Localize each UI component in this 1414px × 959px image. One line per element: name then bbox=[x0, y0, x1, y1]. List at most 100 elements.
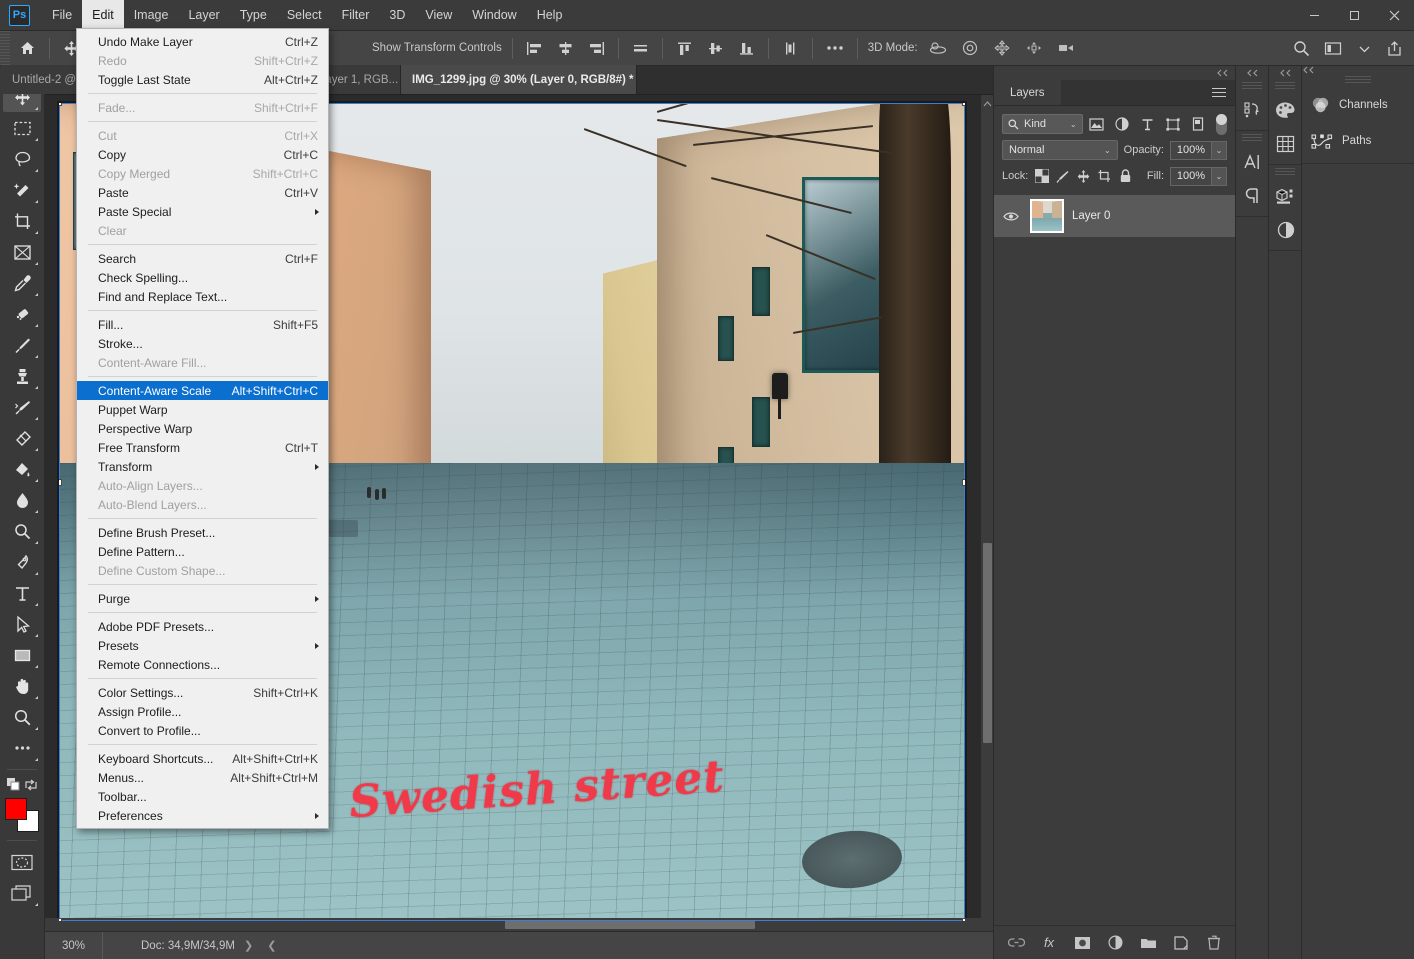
menu-item-puppet-warp[interactable]: Puppet Warp bbox=[77, 400, 328, 419]
blend-mode-select[interactable]: Normal ⌄ bbox=[1002, 140, 1118, 160]
menu-item-color-settings[interactable]: Color Settings... Shift+Ctrl+K bbox=[77, 683, 328, 702]
eraser-tool[interactable] bbox=[3, 423, 41, 453]
edit-toolbar-tool[interactable] bbox=[3, 733, 41, 763]
rectangle-tool[interactable] bbox=[3, 640, 41, 670]
canvas-vertical-scrollbar[interactable] bbox=[980, 95, 993, 931]
collapse-panel-icon[interactable] bbox=[1269, 66, 1301, 80]
vertical-scroll-thumb[interactable] bbox=[983, 543, 992, 743]
menu-item-purge[interactable]: Purge bbox=[77, 589, 328, 608]
menu-3d[interactable]: 3D bbox=[379, 0, 415, 31]
menu-item-keyboard-shortcuts[interactable]: Keyboard Shortcuts... Alt+Shift+Ctrl+K bbox=[77, 749, 328, 768]
distribute-vertical-icon[interactable] bbox=[775, 31, 806, 66]
swatches-icon[interactable] bbox=[1269, 127, 1302, 161]
menu-item-transform[interactable]: Transform bbox=[77, 457, 328, 476]
transform-controls-label[interactable]: Show Transform Controls bbox=[368, 42, 506, 54]
menu-item-check-spelling[interactable]: Check Spelling... bbox=[77, 268, 328, 287]
scroll-up-arrow[interactable] bbox=[981, 97, 993, 111]
search-icon[interactable] bbox=[1286, 31, 1317, 66]
menu-item-adobe-pdf-presets[interactable]: Adobe PDF Presets... bbox=[77, 617, 328, 636]
screen-mode-icon[interactable] bbox=[3, 878, 41, 908]
align-bottom-edges-icon[interactable] bbox=[731, 31, 762, 66]
slide-3d-icon[interactable] bbox=[1018, 31, 1050, 66]
menu-item-undo-make-layer[interactable]: Undo Make Layer Ctrl+Z bbox=[77, 32, 328, 51]
layer-thumbnail[interactable] bbox=[1030, 199, 1064, 233]
quick-selection-tool[interactable] bbox=[3, 175, 41, 205]
zoom-tool[interactable] bbox=[3, 702, 41, 732]
menu-item-stroke[interactable]: Stroke... bbox=[77, 334, 328, 353]
align-horizontal-distribute-icon[interactable] bbox=[625, 31, 656, 66]
transform-handle-tr[interactable] bbox=[962, 103, 965, 106]
new-adjustment-layer-icon[interactable] bbox=[1106, 934, 1124, 952]
foreground-color-swatch[interactable] bbox=[5, 798, 27, 820]
collapse-panel-icon[interactable] bbox=[1236, 66, 1268, 80]
frame-tool[interactable] bbox=[3, 237, 41, 267]
transform-handle-ml[interactable] bbox=[59, 479, 62, 487]
lock-position-icon[interactable] bbox=[1076, 166, 1091, 186]
workspace-icon[interactable] bbox=[1317, 31, 1349, 66]
brush-tool[interactable] bbox=[3, 330, 41, 360]
history-brush-tool[interactable] bbox=[3, 392, 41, 422]
opacity-value[interactable]: 100% bbox=[1170, 140, 1212, 160]
menu-item-find-and-replace-text[interactable]: Find and Replace Text... bbox=[77, 287, 328, 306]
menu-item-toggle-last-state[interactable]: Toggle Last State Alt+Ctrl+Z bbox=[77, 70, 328, 89]
menu-item-toolbar[interactable]: Toolbar... bbox=[77, 787, 328, 806]
add-layer-mask-icon[interactable] bbox=[1073, 934, 1091, 952]
transform-handle-tl[interactable] bbox=[59, 103, 62, 106]
panel-item-channels[interactable]: Channels bbox=[1302, 87, 1414, 123]
maximize-button[interactable] bbox=[1334, 0, 1374, 31]
more-options-icon[interactable] bbox=[819, 31, 851, 66]
panel-item-paths[interactable]: Paths bbox=[1302, 123, 1414, 159]
color-icon[interactable] bbox=[1269, 93, 1302, 127]
scale-3d-icon[interactable] bbox=[1050, 31, 1082, 66]
menu-item-define-brush-preset[interactable]: Define Brush Preset... bbox=[77, 523, 328, 542]
dodge-tool[interactable] bbox=[3, 516, 41, 546]
link-layers-icon[interactable] bbox=[1007, 934, 1025, 952]
quick-mask-mode-icon[interactable] bbox=[3, 847, 41, 877]
transform-handle-br[interactable] bbox=[962, 918, 965, 921]
menu-item-content-aware-scale[interactable]: Content-Aware Scale Alt+Shift+Ctrl+C bbox=[77, 381, 328, 400]
layer-name[interactable]: Layer 0 bbox=[1072, 210, 1110, 222]
collapse-panel-icon[interactable] bbox=[994, 66, 1235, 80]
menu-select[interactable]: Select bbox=[277, 0, 332, 31]
pen-tool[interactable] bbox=[3, 547, 41, 577]
minimize-button[interactable] bbox=[1294, 0, 1334, 31]
menu-item-paste[interactable]: Paste Ctrl+V bbox=[77, 183, 328, 202]
filter-type-icon[interactable] bbox=[1137, 114, 1160, 134]
clone-stamp-tool[interactable] bbox=[3, 361, 41, 391]
menu-item-perspective-warp[interactable]: Perspective Warp bbox=[77, 419, 328, 438]
chevron-down-icon[interactable] bbox=[1349, 31, 1379, 66]
filter-enable-toggle[interactable] bbox=[1216, 113, 1228, 135]
menu-filter[interactable]: Filter bbox=[332, 0, 380, 31]
layer-visibility-eye-icon[interactable] bbox=[1000, 211, 1022, 222]
menu-item-define-pattern[interactable]: Define Pattern... bbox=[77, 542, 328, 561]
add-layer-style-icon[interactable]: fx bbox=[1040, 934, 1058, 952]
lock-all-icon[interactable] bbox=[1118, 166, 1133, 186]
filter-shape-icon[interactable] bbox=[1162, 114, 1185, 134]
drag-3d-icon[interactable] bbox=[986, 31, 1018, 66]
eyedropper-tool[interactable] bbox=[3, 268, 41, 298]
paragraph-icon[interactable] bbox=[1236, 179, 1269, 213]
gradient-tool[interactable] bbox=[3, 454, 41, 484]
new-group-icon[interactable] bbox=[1139, 934, 1157, 952]
transform-handle-mr[interactable] bbox=[962, 479, 965, 487]
default-colors-icon[interactable] bbox=[7, 778, 20, 791]
menu-item-search[interactable]: Search Ctrl+F bbox=[77, 249, 328, 268]
new-layer-icon[interactable] bbox=[1172, 934, 1190, 952]
menu-item-convert-to-profile[interactable]: Convert to Profile... bbox=[77, 721, 328, 740]
menu-layer[interactable]: Layer bbox=[178, 0, 229, 31]
layer-row-layer-0[interactable]: Layer 0 bbox=[994, 195, 1235, 237]
lock-artboard-icon[interactable] bbox=[1097, 166, 1112, 186]
align-vertical-centers-icon[interactable] bbox=[700, 31, 731, 66]
canvas-horizontal-scrollbar[interactable] bbox=[45, 918, 993, 931]
rotate-3d-icon[interactable] bbox=[922, 31, 954, 66]
menu-item-assign-profile[interactable]: Assign Profile... bbox=[77, 702, 328, 721]
history-icon[interactable] bbox=[1236, 93, 1269, 127]
fill-chevron-icon[interactable]: ⌄ bbox=[1212, 166, 1227, 186]
collapse-panel-icon[interactable] bbox=[1302, 66, 1414, 74]
menu-edit[interactable]: Edit bbox=[82, 0, 124, 31]
opacity-chevron-icon[interactable]: ⌄ bbox=[1212, 140, 1227, 160]
align-left-edges-icon[interactable] bbox=[519, 31, 550, 66]
blur-tool[interactable] bbox=[3, 485, 41, 515]
menu-image[interactable]: Image bbox=[124, 0, 179, 31]
close-button[interactable] bbox=[1374, 0, 1414, 31]
